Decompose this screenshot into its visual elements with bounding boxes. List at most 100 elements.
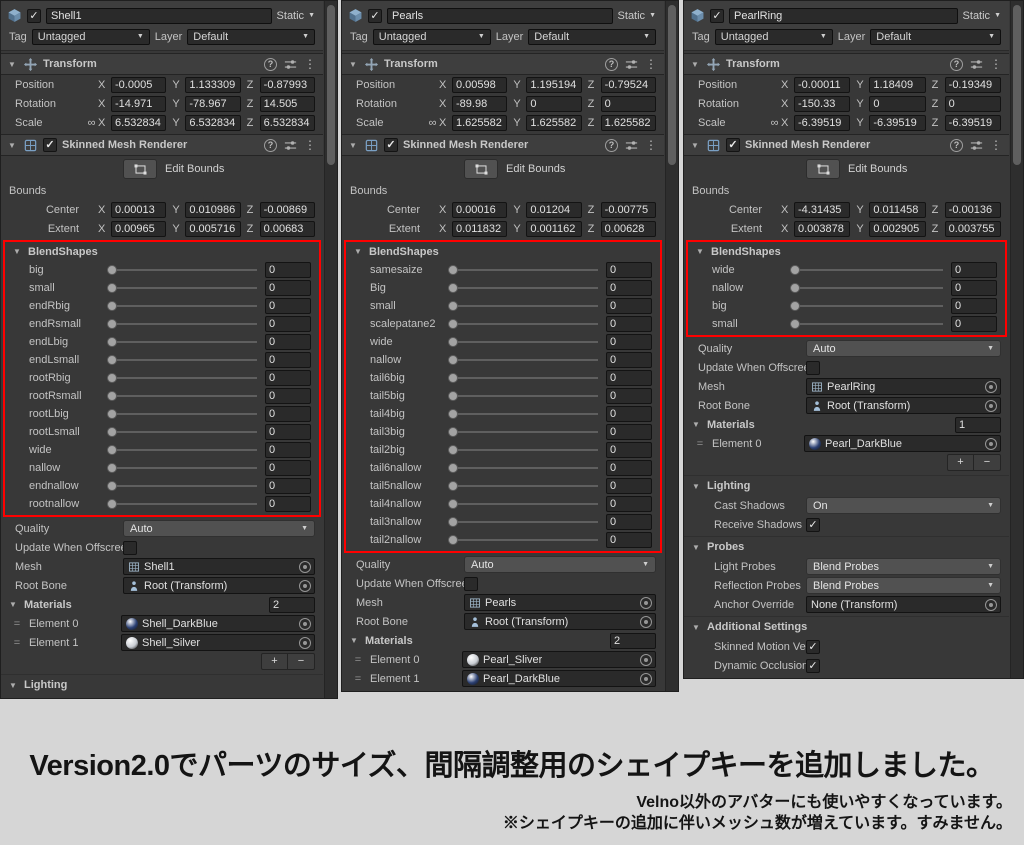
slider-thumb[interactable]	[790, 265, 800, 275]
foldout-arrow-icon[interactable]: ▼	[692, 482, 702, 491]
blendshape-slider[interactable]	[790, 317, 943, 331]
object-picker-icon[interactable]	[985, 437, 997, 450]
slider-thumb[interactable]	[107, 319, 117, 329]
blendshape-slider[interactable]	[790, 263, 943, 277]
materials-count-field[interactable]: 1	[955, 416, 1001, 433]
cast-shadows-dropdown[interactable]: On ▼	[806, 497, 1001, 514]
slider-thumb[interactable]	[790, 283, 800, 293]
foldout-arrow-icon[interactable]: ▼	[354, 247, 364, 256]
object-picker-icon[interactable]	[640, 672, 652, 685]
slider-thumb[interactable]	[448, 355, 458, 365]
blendshape-slider[interactable]	[107, 353, 257, 367]
blendshape-value-field[interactable]: 0	[265, 442, 311, 458]
z-value-field[interactable]: -0.00869	[259, 201, 315, 218]
slider-thumb[interactable]	[107, 481, 117, 491]
mesh-object-field[interactable]: Pearls	[464, 594, 656, 611]
foldout-arrow-icon[interactable]: ▼	[692, 420, 702, 429]
static-toggle[interactable]: Static ▼	[963, 10, 1003, 22]
quality-dropdown[interactable]: Auto ▼	[806, 340, 1001, 357]
blendshape-value-field[interactable]: 0	[606, 460, 652, 476]
slider-thumb[interactable]	[107, 283, 117, 293]
z-value-field[interactable]: 6.532834	[259, 114, 315, 131]
slider-thumb[interactable]	[448, 409, 458, 419]
gameobject-name-field[interactable]: Shell1	[46, 7, 272, 24]
preset-icon[interactable]	[969, 57, 984, 72]
blendshape-value-field[interactable]: 0	[265, 496, 311, 512]
foldout-arrow-icon[interactable]: ▼	[691, 60, 701, 69]
blendshape-slider[interactable]	[107, 425, 257, 439]
blendshape-value-field[interactable]: 0	[265, 370, 311, 386]
object-picker-icon[interactable]	[985, 598, 997, 611]
layer-dropdown[interactable]: Default ▼	[870, 28, 1001, 45]
blendshape-slider[interactable]	[448, 299, 598, 313]
foldout-arrow-icon[interactable]: ▼	[13, 247, 23, 256]
slider-thumb[interactable]	[448, 499, 458, 509]
object-picker-icon[interactable]	[985, 380, 997, 393]
remove-element-button[interactable]: −	[974, 455, 1000, 470]
kebab-menu-icon[interactable]: ⋮	[990, 58, 1002, 70]
blendshape-value-field[interactable]: 0	[265, 460, 311, 476]
blendshape-slider[interactable]	[107, 263, 257, 277]
root-bone-object-field[interactable]: Root (Transform)	[464, 613, 656, 630]
skinned-motion-vectors-checkbox[interactable]: ✓	[806, 639, 820, 654]
foldout-arrow-icon[interactable]: ▼	[8, 60, 18, 69]
preset-icon[interactable]	[283, 57, 298, 72]
component-enabled-checkbox[interactable]: ✓	[384, 138, 398, 152]
blendshape-value-field[interactable]: 0	[606, 370, 652, 386]
link-icon[interactable]: ∞	[426, 117, 439, 129]
blendshape-slider[interactable]	[107, 479, 257, 493]
blendshape-value-field[interactable]: 0	[606, 316, 652, 332]
z-value-field[interactable]: 0.003755	[944, 220, 1001, 237]
gameobject-active-checkbox[interactable]: ✓	[368, 8, 382, 23]
scrollbar-thumb[interactable]	[668, 5, 676, 165]
add-element-button[interactable]: +	[948, 455, 974, 470]
blendshape-value-field[interactable]: 0	[606, 532, 652, 548]
z-value-field[interactable]: -0.19349	[944, 76, 1001, 93]
blendshape-value-field[interactable]: 0	[265, 406, 311, 422]
gameobject-name-field[interactable]: Pearls	[387, 7, 613, 24]
slider-thumb[interactable]	[107, 373, 117, 383]
gameobject-name-field[interactable]: PearlRing	[729, 7, 958, 24]
gameobject-active-checkbox[interactable]: ✓	[710, 8, 724, 23]
blendshape-slider[interactable]	[448, 407, 598, 421]
gameobject-active-checkbox[interactable]: ✓	[27, 8, 41, 23]
y-value-field[interactable]: 0.001162	[526, 220, 582, 237]
object-picker-icon[interactable]	[299, 560, 311, 573]
slider-thumb[interactable]	[448, 463, 458, 473]
object-picker-icon[interactable]	[640, 653, 652, 666]
blendshape-slider[interactable]	[448, 515, 598, 529]
help-icon[interactable]: ?	[605, 57, 618, 71]
blendshape-slider[interactable]	[107, 335, 257, 349]
scrollbar-thumb[interactable]	[1013, 5, 1021, 165]
x-value-field[interactable]: 0.00016	[452, 201, 508, 218]
y-value-field[interactable]: 1.133309	[185, 76, 241, 93]
object-picker-icon[interactable]	[985, 399, 997, 412]
blendshape-slider[interactable]	[448, 335, 598, 349]
tag-dropdown[interactable]: Untagged ▼	[31, 28, 150, 45]
object-picker-icon[interactable]	[299, 636, 311, 649]
slider-thumb[interactable]	[107, 499, 117, 509]
kebab-menu-icon[interactable]: ⋮	[304, 139, 316, 151]
blendshape-slider[interactable]	[448, 263, 598, 277]
mesh-object-field[interactable]: Shell1	[123, 558, 315, 575]
edit-bounds-button[interactable]	[464, 159, 498, 179]
tag-dropdown[interactable]: Untagged ▼	[714, 28, 833, 45]
x-value-field[interactable]: -150.33	[794, 95, 851, 112]
blendshape-value-field[interactable]: 0	[951, 316, 997, 332]
foldout-arrow-icon[interactable]: ▼	[349, 141, 359, 150]
slider-thumb[interactable]	[448, 301, 458, 311]
blendshape-value-field[interactable]: 0	[606, 388, 652, 404]
y-value-field[interactable]: 0.002905	[869, 220, 926, 237]
object-picker-icon[interactable]	[640, 615, 652, 628]
y-value-field[interactable]: 0	[526, 95, 582, 112]
y-value-field[interactable]: 0	[869, 95, 926, 112]
layer-dropdown[interactable]: Default ▼	[187, 28, 315, 45]
blendshape-slider[interactable]	[448, 443, 598, 457]
help-icon[interactable]: ?	[264, 138, 277, 152]
drag-handle-icon[interactable]: =	[350, 654, 366, 666]
mesh-object-field[interactable]: PearlRing	[806, 378, 1001, 395]
x-value-field[interactable]: 1.625582	[452, 114, 508, 131]
slider-thumb[interactable]	[448, 283, 458, 293]
reflection-probes-dropdown[interactable]: Blend Probes ▼	[806, 577, 1001, 594]
kebab-menu-icon[interactable]: ⋮	[645, 58, 657, 70]
